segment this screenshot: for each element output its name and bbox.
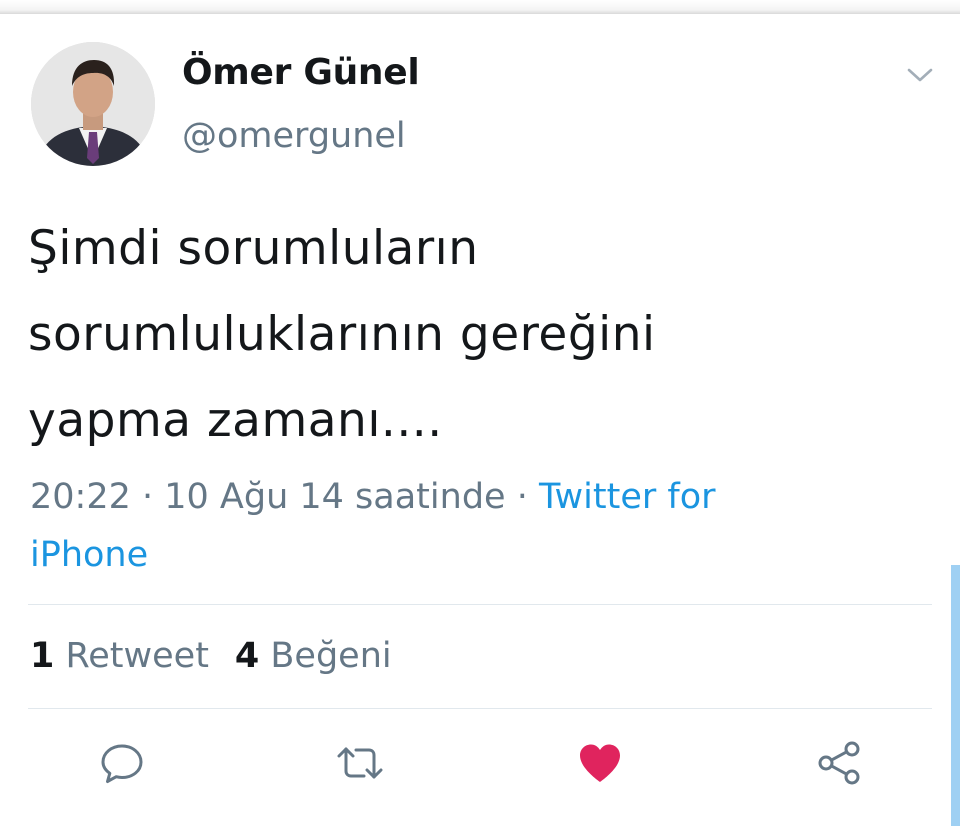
share-button[interactable] — [814, 740, 864, 790]
tweet-source-link-continued[interactable]: iPhone — [30, 526, 910, 584]
profile-photo — [31, 42, 155, 166]
tweet-source-link[interactable]: Twitter for — [539, 477, 716, 517]
retweet-stat[interactable]: 1 Retweet — [30, 636, 209, 676]
tweet-text: Şimdi sorumluların sorumluluklarının ger… — [28, 206, 908, 464]
tweet-time[interactable]: 20:22 — [30, 477, 131, 517]
meta-separator: · — [505, 477, 539, 517]
tweet-text-line: Şimdi sorumluların — [28, 221, 479, 276]
retweet-count: 1 — [30, 636, 55, 676]
chevron-down-icon[interactable] — [905, 62, 935, 86]
retweet-label: Retweet — [65, 636, 209, 676]
tweet-meta: 20:22 · 10 Ağu 14 saatinde · Twitter for… — [30, 468, 910, 584]
share-icon — [815, 740, 863, 790]
author-handle[interactable]: @omergunel — [182, 116, 406, 156]
divider — [28, 604, 932, 605]
retweet-icon — [335, 741, 385, 789]
heart-icon — [576, 741, 624, 789]
like-button[interactable] — [575, 740, 625, 790]
top-separator — [0, 0, 960, 14]
retweet-button[interactable] — [335, 740, 385, 790]
like-count: 4 — [234, 636, 260, 676]
meta-separator: · — [130, 477, 165, 517]
divider — [28, 708, 932, 709]
avatar[interactable] — [31, 42, 155, 166]
author-name[interactable]: Ömer Günel — [182, 52, 420, 93]
tweet-date[interactable]: 10 Ağu 14 saatinde — [164, 477, 505, 517]
tweet-stats: 1 Retweet 4 Beğeni — [30, 636, 392, 676]
tweet-text-line: sorumluluklarının gereğini — [28, 307, 656, 362]
like-label: Beğeni — [270, 636, 392, 676]
reply-icon — [99, 741, 145, 789]
reply-button[interactable] — [97, 740, 147, 790]
like-stat[interactable]: 4 Beğeni — [235, 636, 392, 676]
scroll-indicator[interactable] — [951, 565, 960, 826]
tweet-text-line: yapma zamanı.... — [28, 393, 443, 448]
